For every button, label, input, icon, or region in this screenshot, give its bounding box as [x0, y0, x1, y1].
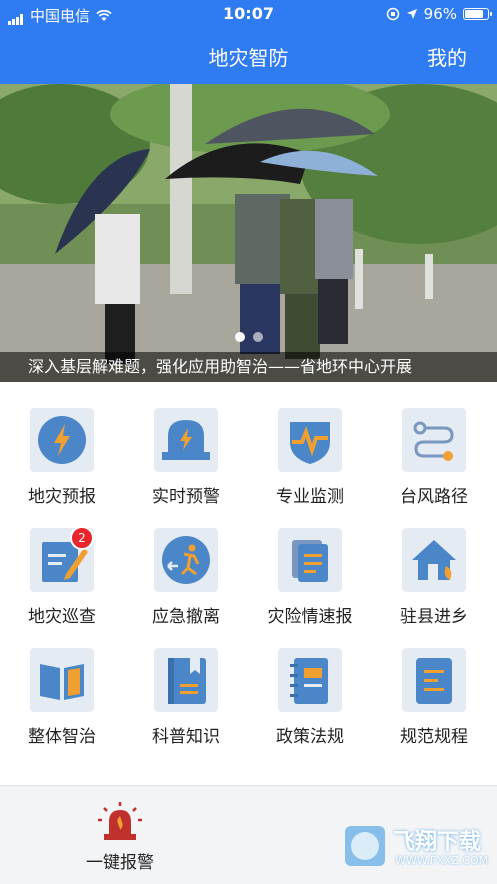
menu-item-realtime-alert[interactable]: 实时预警	[124, 382, 248, 507]
menu-item-county-stationing[interactable]: 驻县进乡	[372, 502, 496, 627]
menu-item-emergency-evacuation[interactable]: 应急撤离	[124, 502, 248, 627]
banner-carousel[interactable]: 深入基层解难题，强化应用助智治——省地环中心开展	[0, 84, 497, 382]
menu-item-disaster-forecast[interactable]: 地灾预报	[0, 382, 124, 507]
feature-grid: 地灾预报 实时预警 专业监测 台风路径 地灾巡查 2 应急撤离 灾险情速报 驻县…	[0, 382, 497, 785]
menu-item-label: 政策法规	[276, 727, 344, 747]
menu-item-policy-regulations[interactable]: 政策法规	[248, 622, 372, 747]
page-title: 地灾智防	[208, 46, 289, 70]
notebook-icon	[278, 648, 342, 712]
location-arrow-icon	[406, 9, 417, 19]
shield-monitor-icon	[278, 408, 342, 472]
navigation-bar: 地灾智防 我的	[0, 28, 497, 84]
menu-item-typhoon-path[interactable]: 台风路径	[372, 382, 496, 507]
book-bookmark-icon	[154, 648, 218, 712]
document-icon	[402, 648, 466, 712]
house-icon	[402, 528, 466, 592]
menu-item-disaster-patrol[interactable]: 地灾巡查	[0, 502, 124, 627]
clipboard-icon	[278, 528, 342, 592]
watermark-text: 飞翔下载	[393, 830, 482, 855]
battery-percent: 96%	[423, 5, 457, 23]
battery-icon	[463, 8, 492, 20]
evacuation-icon	[154, 528, 218, 592]
menu-item-overall-governance[interactable]: 整体智治	[0, 622, 124, 747]
route-icon	[402, 408, 466, 472]
carousel-dot[interactable]	[234, 332, 245, 342]
menu-item-science-knowledge[interactable]: 科普知识	[124, 622, 248, 747]
one-key-alarm-button[interactable]: 一键报警	[60, 800, 180, 880]
notification-badge: 2	[70, 526, 94, 550]
book-open-icon	[30, 648, 94, 712]
watermark-logo: 飞翔下载 WWW.FXXZ.COM	[339, 816, 489, 880]
banner-caption[interactable]: 深入基层解难题，强化应用助智治——省地环中心开展	[0, 352, 497, 382]
lightning-icon	[30, 408, 94, 472]
alarm-icon	[154, 408, 218, 472]
one-key-alarm-label: 一键报警	[86, 853, 154, 873]
bottom-bar: 一键报警 飞翔下载 WWW.FXXZ.COM	[0, 785, 497, 884]
carousel-indicator	[0, 332, 497, 342]
watermark-url: WWW.FXXZ.COM	[395, 854, 489, 867]
menu-item-hazard-report[interactable]: 灾险情速报	[248, 502, 372, 627]
menu-item-label: 整体智治	[28, 727, 96, 747]
mine-button[interactable]: 我的	[427, 42, 467, 71]
carousel-dot[interactable]	[252, 332, 263, 342]
menu-item-label: 规范规程	[400, 727, 468, 747]
orientation-lock-icon	[386, 7, 399, 21]
status-bar: 中国电信 10:07 96%	[0, 0, 497, 28]
siren-icon	[98, 802, 142, 840]
menu-item-professional-monitoring[interactable]: 专业监测	[248, 382, 372, 507]
menu-item-standards[interactable]: 规范规程	[372, 622, 496, 747]
menu-item-label: 科普知识	[152, 727, 220, 747]
watermark-icon	[345, 826, 385, 866]
